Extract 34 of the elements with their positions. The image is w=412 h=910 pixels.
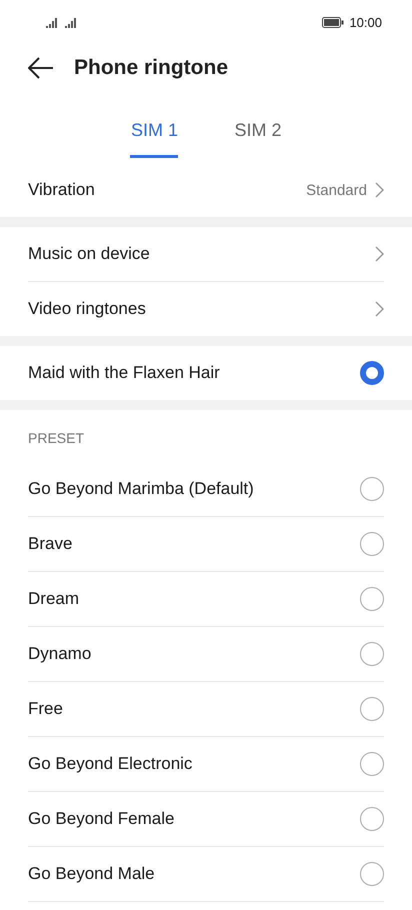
ringtone-name[interactable]: Free [28,699,63,719]
ringtone-name[interactable]: Go Beyond Electronic [28,754,192,774]
radio-button[interactable] [360,752,384,776]
sim-tab[interactable]: SIM 1 [130,110,178,158]
radio-button[interactable] [360,532,384,556]
ringtone-name[interactable]: Brave [28,534,72,554]
clock-time: 10:00 [349,15,382,30]
signal-icon [46,18,59,28]
signal-icon [65,18,78,28]
ringtone-name[interactable]: Maid with the Flaxen Hair [28,363,220,383]
radio-button[interactable] [360,642,384,666]
setting-label: Vibration [28,180,95,200]
radio-button[interactable] [360,361,384,385]
sim-tab[interactable]: SIM 2 [234,110,282,158]
ringtone-name[interactable]: Go Beyond Female [28,809,174,829]
menu-item[interactable]: Music on device [28,244,150,264]
battery-icon [322,17,344,28]
ringtone-name[interactable]: Dynamo [28,644,92,664]
ringtone-name[interactable]: Dream [28,589,80,609]
setting-value: Standard [306,182,367,198]
radio-button[interactable] [360,477,384,501]
page-title: Phone ringtone [74,56,228,80]
radio-button[interactable] [360,697,384,721]
radio-button[interactable] [360,587,384,611]
menu-item[interactable]: Video ringtones [28,299,146,319]
chevron-right-icon [375,301,384,317]
chevron-right-icon [375,182,384,198]
back-arrow-icon[interactable] [28,56,54,78]
radio-button[interactable] [360,807,384,831]
chevron-right-icon [375,246,384,262]
ringtone-name[interactable]: Go Beyond Male [28,864,155,884]
radio-button[interactable] [360,862,384,886]
ringtone-name[interactable]: Go Beyond Marimba (Default) [28,479,254,499]
section-heading: PRESET [28,430,84,446]
